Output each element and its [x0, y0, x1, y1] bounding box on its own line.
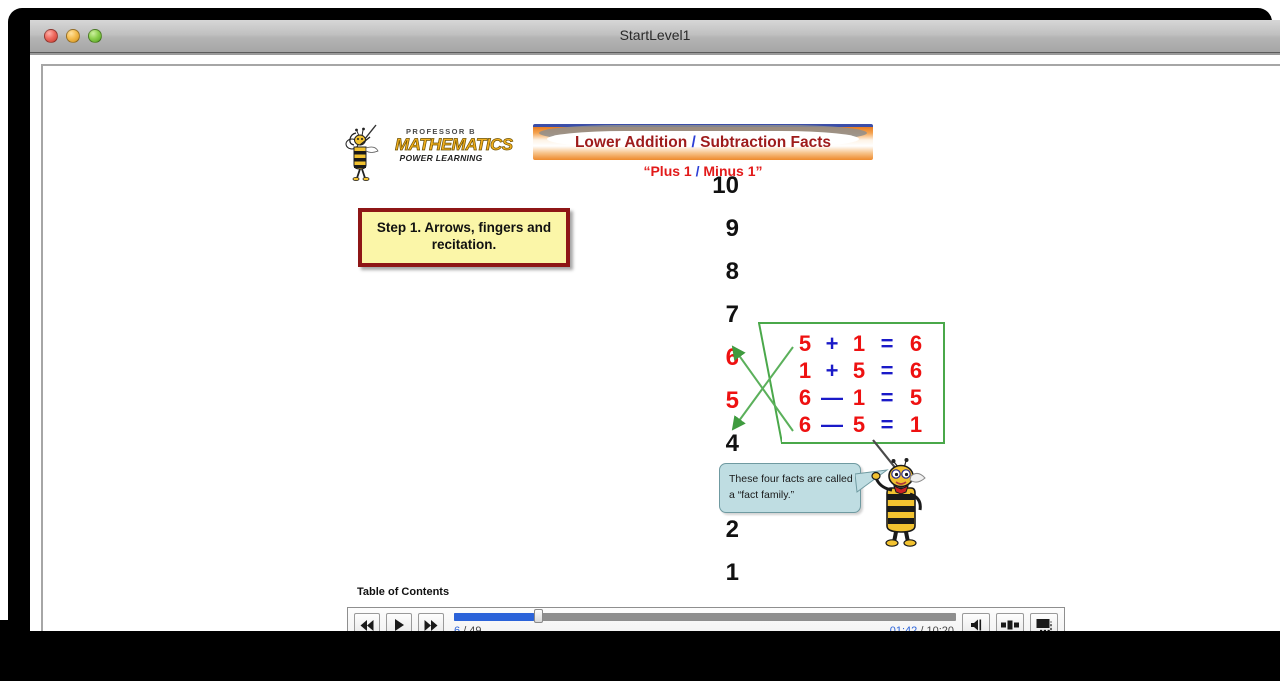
ladder-number-10: 10 — [712, 172, 739, 199]
logo-power-learning-text: POWER LEARNING — [399, 153, 483, 163]
fact-result: 6 — [909, 331, 923, 356]
progress-track[interactable] — [454, 613, 956, 621]
time-current: 01:42 — [889, 625, 918, 631]
fact-operator: — — [821, 385, 843, 410]
window-titlebar[interactable]: StartLevel1 — [30, 20, 1280, 53]
fact-operand-a: 6 — [798, 412, 812, 437]
application-window: StartLevel1 PROFESSOR B MATHEMATICS POWE… — [30, 20, 1280, 631]
fact-operator: — — [821, 412, 843, 437]
fact-equals: = — [880, 331, 894, 356]
notch-shape-icon — [758, 322, 782, 444]
ladder-number-9: 9 — [725, 215, 739, 242]
title-banner: Lower Addition / Subtraction Facts — [533, 124, 873, 160]
forward-button[interactable] — [418, 613, 444, 631]
table-of-contents-label[interactable]: Table of Contents — [357, 586, 449, 598]
ladder-number-2: 2 — [725, 516, 739, 543]
fact-operand-b: 1 — [852, 385, 866, 410]
fact-operator: + — [825, 358, 839, 383]
fact-equals: = — [880, 412, 894, 437]
time-total: / 10:20 — [920, 625, 954, 631]
rewind-button[interactable] — [354, 613, 380, 631]
step-instruction-box: Step 1. Arrows, fingers and recitation. — [358, 208, 570, 267]
bee-character-icon — [871, 439, 926, 547]
slide-content: PROFESSOR B MATHEMATICS POWER LEARNING L… — [43, 66, 1280, 631]
ladder-number-1: 1 — [725, 559, 739, 586]
slide-total: / 49 — [463, 625, 482, 631]
fact-equation-row: 1 +5 = 6 — [793, 358, 935, 385]
fact-operand-a: 6 — [798, 385, 812, 410]
logo-text-block: PROFESSOR B MATHEMATICS POWER LEARNING — [395, 127, 514, 163]
logo-mathematics-text: MATHEMATICS — [395, 135, 514, 154]
ladder-number-8: 8 — [725, 258, 739, 285]
play-icon — [394, 619, 404, 631]
slide-canvas: PROFESSOR B MATHEMATICS POWER LEARNING L… — [41, 64, 1280, 631]
fact-equation-row: 5 +1 = 6 — [793, 331, 935, 358]
fact-operand-b: 1 — [852, 331, 866, 356]
fact-operator: + — [825, 331, 839, 356]
banner-title-part1: Lower Addition — [574, 134, 688, 151]
bee-logo-icon — [345, 124, 379, 181]
ladder-number-7: 7 — [725, 301, 739, 328]
fullscreen-button[interactable] — [1030, 613, 1058, 631]
fact-result: 6 — [909, 358, 923, 383]
layout-button[interactable] — [996, 613, 1024, 631]
number-ladder: 10987654321 — [683, 174, 739, 604]
volume-icon — [970, 619, 981, 631]
rewind-icon — [360, 619, 374, 631]
fact-operand-b: 5 — [852, 358, 866, 383]
slide-counter: 6 / 49 — [454, 625, 482, 631]
fact-operand-a: 5 — [798, 331, 812, 356]
play-button[interactable] — [386, 613, 412, 631]
progress-fill — [454, 613, 535, 621]
fact-equals: = — [880, 358, 894, 383]
bee-presenter — [863, 438, 939, 548]
fact-equals: = — [880, 385, 894, 410]
professor-b-logo: PROFESSOR B MATHEMATICS POWER LEARNING — [343, 123, 513, 181]
fact-equation-row: 6 — 5 = 1 — [793, 412, 935, 439]
slide-current: 6 — [454, 625, 461, 631]
screen: StartLevel1 PROFESSOR B MATHEMATICS POWE… — [0, 0, 1280, 681]
fact-family-box: 5 +1 = 6 1 +5 = 6 6—1 = 5 6—5 = 1 — [758, 322, 945, 444]
fact-operand-b: 5 — [852, 412, 866, 437]
media-player-bar: 6 / 49 01:42 / 10:20 — [347, 607, 1065, 631]
speech-bubble-text: These four facts are called a “fact fami… — [729, 473, 853, 501]
fact-result: 5 — [909, 385, 923, 410]
progress-thumb[interactable] — [534, 609, 544, 623]
banner-title-separator: / — [691, 134, 696, 151]
ladder-number-6: 6 — [725, 344, 739, 371]
fact-result: 1 — [909, 412, 923, 437]
time-display: 01:42 / 10:20 — [890, 625, 954, 631]
layout-icon — [1001, 620, 1019, 630]
window-body: PROFESSOR B MATHEMATICS POWER LEARNING L… — [30, 55, 1280, 631]
fullscreen-icon — [1036, 619, 1052, 631]
banner-title-part2: Subtraction Facts — [700, 134, 832, 151]
progress-area[interactable]: 6 / 49 01:42 / 10:20 — [454, 609, 956, 631]
fact-family-box-notch — [758, 322, 782, 444]
speech-bubble: These four facts are called a “fact fami… — [719, 463, 889, 513]
ladder-number-5: 5 — [725, 387, 739, 414]
fact-family-equations: 5 +1 = 6 1 +5 = 6 6—1 = 5 6—5 = 1 — [793, 331, 935, 439]
fact-operand-a: 1 — [798, 358, 812, 383]
banner-title: Lower Addition / Subtraction Facts — [533, 134, 873, 152]
fact-equation-row: 6 — 1 = 5 — [793, 385, 935, 412]
window-title: StartLevel1 — [619, 27, 691, 43]
forward-icon — [424, 619, 438, 631]
volume-button[interactable] — [962, 613, 990, 631]
